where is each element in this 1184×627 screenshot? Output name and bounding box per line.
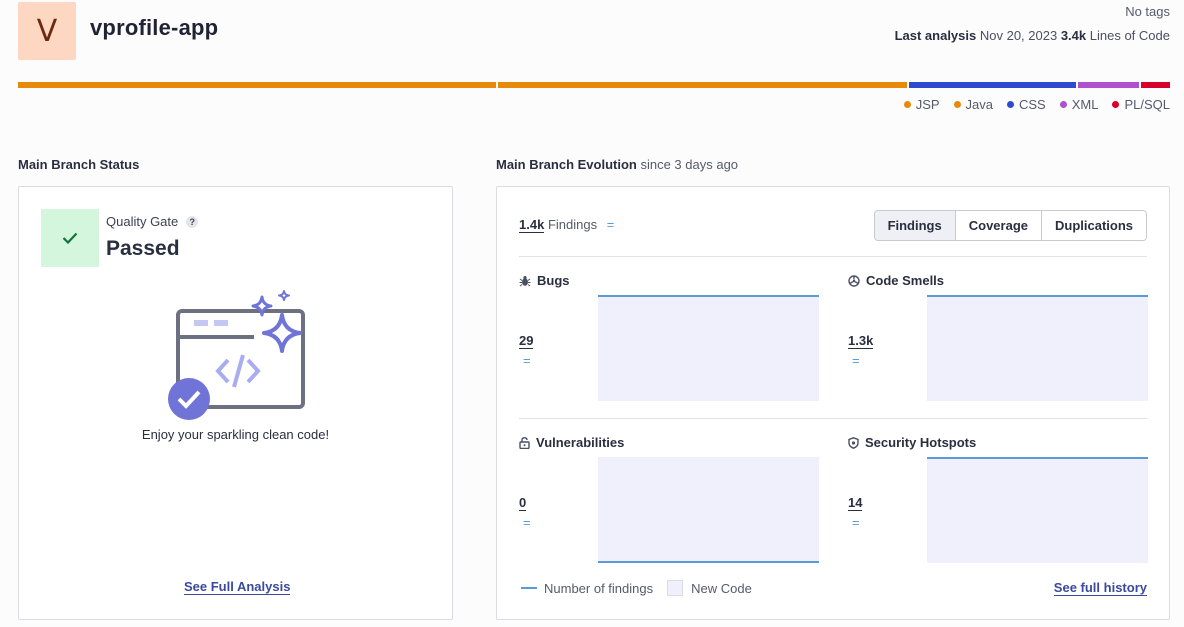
- tab-duplications[interactable]: Duplications: [1040, 211, 1146, 240]
- shield-icon: [848, 436, 859, 449]
- legend-new-code: New Code: [691, 580, 752, 596]
- evolution-title-text: Main Branch Evolution: [496, 157, 637, 172]
- legend-item-xml: XML: [1059, 97, 1099, 112]
- metric-security-hotspots: Security Hotspots 14 =: [848, 435, 1148, 585]
- code-smells-sparkline: [927, 295, 1148, 401]
- vulnerabilities-title-text: Vulnerabilities: [536, 435, 625, 450]
- bugs-trend: =: [523, 353, 531, 368]
- vulnerabilities-title: Vulnerabilities: [519, 435, 624, 450]
- security-hotspots-findings-line: [927, 457, 1148, 459]
- findings-trend: =: [606, 217, 615, 232]
- quality-gate-label: Quality Gate ?: [106, 214, 199, 229]
- tab-coverage[interactable]: Coverage: [954, 211, 1041, 240]
- jsp-dot-icon: [903, 101, 911, 108]
- last-analysis-date: Nov 20, 2023: [979, 28, 1058, 43]
- clean-code-illustration-icon: [168, 290, 305, 420]
- metric-bugs: Bugs 29 =: [519, 273, 819, 423]
- findings-summary: 1.4k Findings =: [519, 217, 615, 233]
- java-dot-icon: [953, 101, 961, 108]
- quality-gate-status: Passed: [106, 237, 180, 260]
- new-code-swatch-icon: [667, 580, 684, 596]
- code-smells-trend: =: [852, 353, 860, 368]
- legend-label: Java: [965, 97, 993, 112]
- legend-item-plsql: PL/SQL: [1112, 97, 1170, 112]
- main-branch-status-title: Main Branch Status: [18, 157, 140, 172]
- language-segment-plsql: [1141, 82, 1170, 88]
- code-smells-title-text: Code Smells: [866, 273, 945, 288]
- legend-findings: Number of findings: [544, 580, 654, 596]
- plsql-dot-icon: [1112, 101, 1120, 108]
- project-avatar: V: [18, 2, 76, 60]
- language-distribution-bar: [18, 82, 1170, 88]
- bug-icon: [519, 275, 531, 286]
- css-dot-icon: [1007, 101, 1014, 108]
- project-tags[interactable]: No tags: [1125, 4, 1170, 19]
- security-hotspots-sparkline: [927, 457, 1148, 563]
- language-segment-jsp: [18, 82, 497, 88]
- code-smell-icon: [848, 274, 860, 287]
- security-hotspots-title-text: Security Hotspots: [865, 435, 977, 450]
- bugs-sparkline: [598, 295, 819, 401]
- evolution-since: since 3 days ago: [640, 157, 739, 172]
- legend-item-css: CSS: [1007, 97, 1046, 112]
- evolution-tabs: Findings Coverage Duplications: [873, 210, 1147, 241]
- main-branch-evolution-title: Main Branch Evolution since 3 days ago: [496, 157, 738, 172]
- findings-count[interactable]: 1.4k: [519, 217, 545, 233]
- language-legend: JSP Java CSS XML PL/SQL: [903, 97, 1170, 112]
- legend-label: PL/SQL: [1124, 97, 1170, 112]
- findings-label: Findings: [547, 217, 598, 232]
- vulnerabilities-trend: =: [523, 515, 531, 530]
- metric-code-smells: Code Smells 1.3k =: [848, 273, 1148, 423]
- xml-dot-icon: [1059, 101, 1067, 108]
- code-smells-findings-line: [927, 295, 1148, 297]
- see-full-analysis-link[interactable]: See Full Analysis: [184, 579, 291, 595]
- last-analysis-info: Last analysis Nov 20, 2023 3.4k Lines of…: [895, 28, 1170, 43]
- language-segment-xml: [1077, 82, 1140, 88]
- vulnerabilities-sparkline: [598, 457, 819, 563]
- quality-gate-card: Quality Gate ? Passed Enjoy your sparkli…: [18, 186, 453, 620]
- chart-legend: Number of findings New Code: [521, 580, 752, 596]
- quality-gate-label-text: Quality Gate: [106, 214, 179, 229]
- lines-of-code-label: Lines of Code: [1089, 28, 1170, 43]
- language-segment-css: [908, 82, 1076, 88]
- security-hotspots-value[interactable]: 14: [848, 495, 863, 511]
- quality-gate-status-box: [41, 209, 99, 267]
- bugs-title-text: Bugs: [537, 273, 570, 288]
- code-smells-value[interactable]: 1.3k: [848, 333, 874, 349]
- project-initial: V: [36, 13, 58, 49]
- tab-findings[interactable]: Findings: [874, 211, 955, 240]
- divider: [519, 256, 1147, 257]
- security-hotspots-trend: =: [852, 515, 860, 530]
- vulnerabilities-value[interactable]: 0: [519, 495, 527, 511]
- language-segment-java: [498, 82, 907, 88]
- code-smells-title: Code Smells: [848, 273, 944, 288]
- legend-label: XML: [1071, 97, 1099, 112]
- clean-code-message: Enjoy your sparkling clean code!: [141, 427, 330, 442]
- findings-line-icon: [521, 587, 537, 589]
- checkmark-icon: [62, 232, 78, 244]
- legend-item-jsp: JSP: [903, 97, 940, 112]
- see-full-history-link[interactable]: See full history: [1053, 580, 1147, 596]
- project-name[interactable]: vprofile-app: [90, 15, 218, 41]
- vulnerabilities-findings-line: [598, 561, 819, 563]
- legend-item-java: Java: [953, 97, 993, 112]
- last-analysis-label: Last analysis: [894, 28, 977, 43]
- security-hotspots-title: Security Hotspots: [848, 435, 976, 450]
- branch-evolution-card: 1.4k Findings = Findings Coverage Duplic…: [496, 186, 1170, 620]
- legend-label: JSP: [915, 97, 940, 112]
- help-icon[interactable]: ?: [186, 215, 199, 228]
- bugs-findings-line: [598, 295, 819, 297]
- metric-vulnerabilities: Vulnerabilities 0 =: [519, 435, 819, 585]
- bugs-value[interactable]: 29: [519, 333, 534, 349]
- lines-of-code-value: 3.4k: [1060, 28, 1087, 43]
- legend-label: CSS: [1019, 97, 1046, 112]
- unlock-icon: [519, 436, 530, 449]
- divider: [519, 418, 1147, 419]
- bugs-title: Bugs: [519, 273, 570, 288]
